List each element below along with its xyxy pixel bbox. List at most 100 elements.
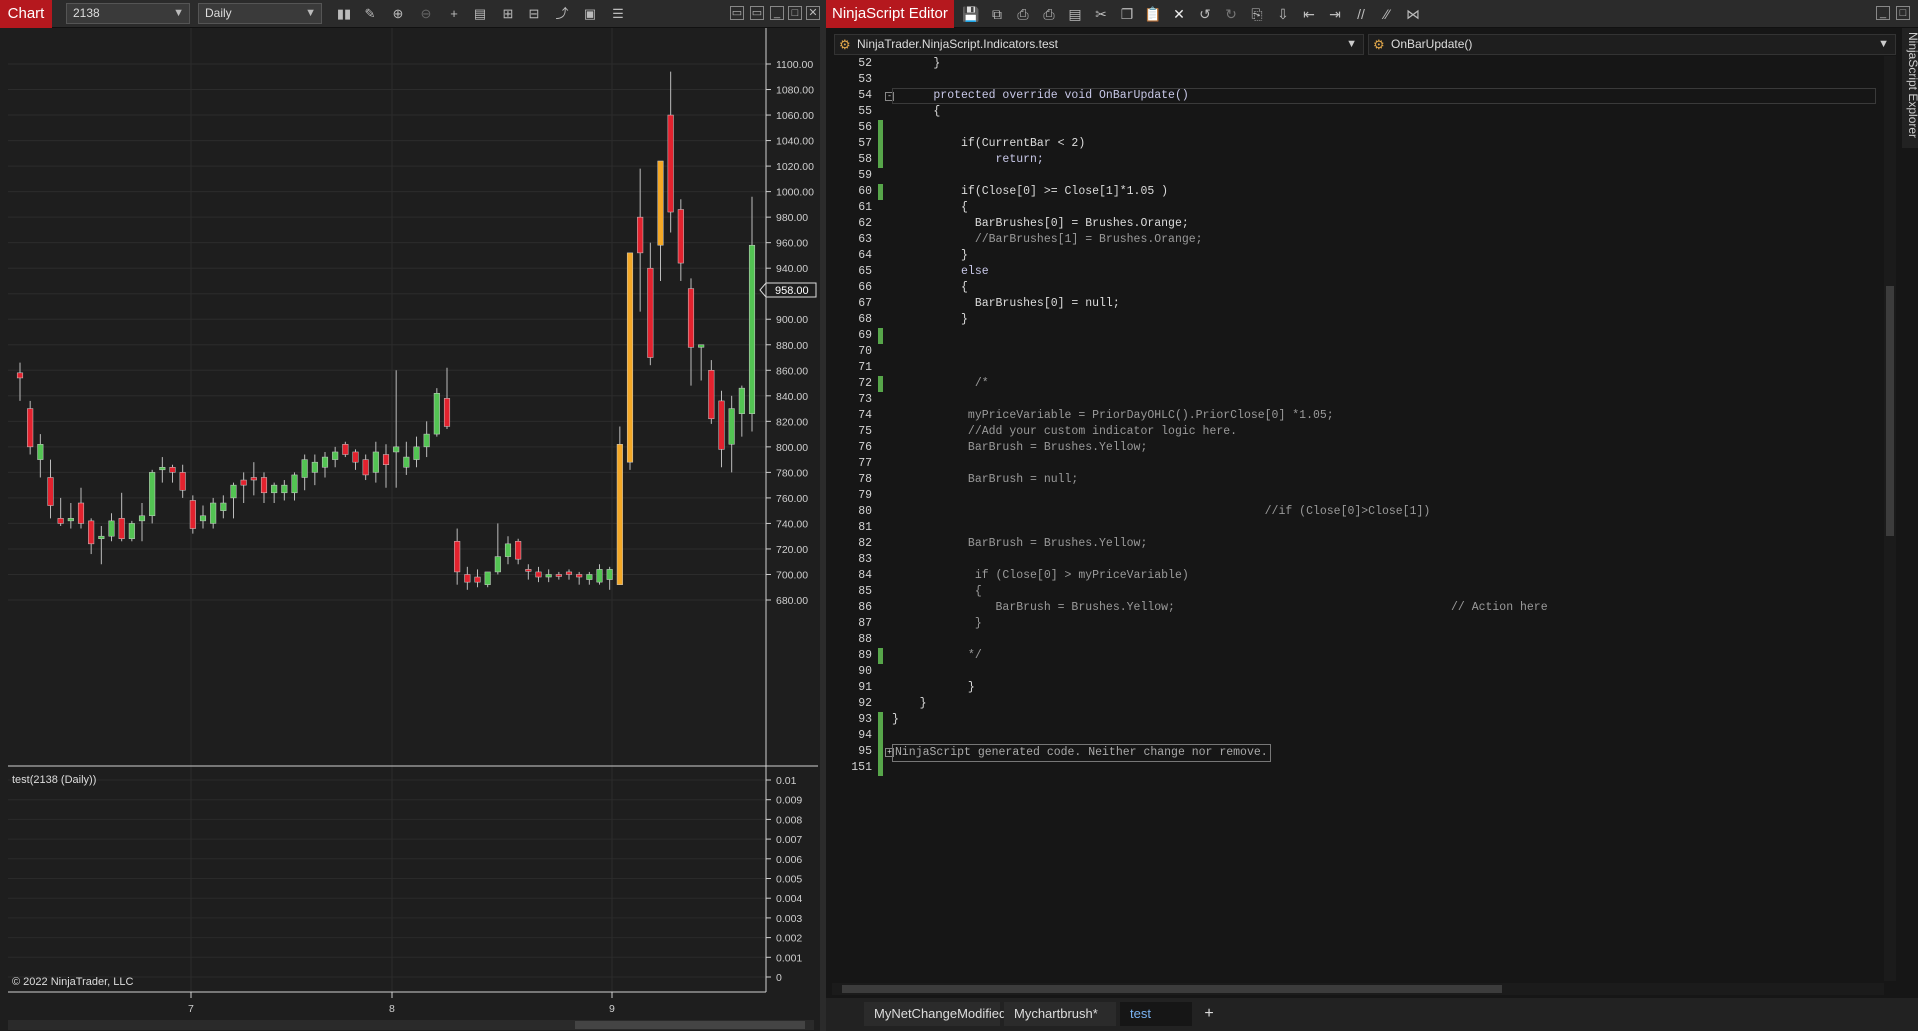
code-line[interactable]: 54- protected override void OnBarUpdate(… bbox=[826, 88, 1876, 104]
tab-mychartbrush[interactable]: Mychartbrush* bbox=[1004, 1002, 1116, 1026]
scroll-thumb[interactable] bbox=[842, 985, 1502, 993]
maximize-icon[interactable]: □ bbox=[1896, 6, 1910, 20]
code-line[interactable]: 93} bbox=[826, 712, 1876, 728]
code-line[interactable]: 53 bbox=[826, 72, 1876, 88]
code-line[interactable]: 77 bbox=[826, 456, 1876, 472]
code-line[interactable]: 76 BarBrush = Brushes.Yellow; bbox=[826, 440, 1876, 456]
chart-canvas[interactable]: 1100.00 1080.00 1060.00 1040.00 1020.00 1000.… bbox=[0, 28, 820, 1031]
draw-tool-icon[interactable]: ✎ bbox=[360, 4, 380, 24]
code-line[interactable]: 79 bbox=[826, 488, 1876, 504]
code-line[interactable]: 55 { bbox=[826, 104, 1876, 120]
code-line[interactable]: 84 if (Close[0] > myPriceVariable) bbox=[826, 568, 1876, 584]
minimize-icon[interactable]: _ bbox=[1876, 6, 1890, 20]
code-line[interactable]: 67 BarBrushes[0] = null; bbox=[826, 296, 1876, 312]
code-line[interactable]: 60 if(Close[0] >= Close[1]*1.05 ) bbox=[826, 184, 1876, 200]
copy-icon[interactable]: ❐ bbox=[1116, 4, 1138, 24]
member-selector[interactable]: ⚙ OnBarUpdate() ▼ bbox=[1368, 34, 1896, 55]
code-line[interactable]: 92 } bbox=[826, 696, 1876, 712]
ninjascript-explorer-tab[interactable]: NinjaScript Explorer bbox=[1902, 28, 1918, 148]
code-line[interactable]: 91 } bbox=[826, 680, 1876, 696]
indicators-icon[interactable]: ⊟ bbox=[524, 4, 544, 24]
editor-title[interactable]: NinjaScript Editor bbox=[826, 0, 954, 28]
uncomment-icon[interactable]: ⁄⁄ bbox=[1376, 4, 1398, 24]
crosshair-icon[interactable]: + bbox=[444, 4, 464, 24]
period-selector[interactable]: Daily ▼ bbox=[198, 3, 322, 24]
cut-icon[interactable]: ✂ bbox=[1090, 4, 1112, 24]
code-line[interactable]: 90 bbox=[826, 664, 1876, 680]
code-line[interactable]: 68 } bbox=[826, 312, 1876, 328]
code-line[interactable]: 151 bbox=[826, 760, 1876, 776]
code-line[interactable]: 70 bbox=[826, 344, 1876, 360]
outdent-icon[interactable]: ⇤ bbox=[1298, 4, 1320, 24]
code-line[interactable]: 52 } bbox=[826, 56, 1876, 72]
code-line[interactable]: 64 } bbox=[826, 248, 1876, 264]
code-line[interactable]: 81 bbox=[826, 520, 1876, 536]
code-line[interactable]: 74 myPriceVariable = PriorDayOHLC().Prio… bbox=[826, 408, 1876, 424]
paste-icon[interactable]: 📋 bbox=[1142, 4, 1164, 24]
code-line[interactable]: 94 bbox=[826, 728, 1876, 744]
minimize-icon[interactable]: _ bbox=[770, 6, 784, 20]
window-tile-icon[interactable]: ▭ bbox=[730, 6, 744, 20]
code-line[interactable]: 73 bbox=[826, 392, 1876, 408]
code-line[interactable]: 88 bbox=[826, 632, 1876, 648]
zoom-in-icon[interactable]: ⊕ bbox=[388, 4, 408, 24]
code-line[interactable]: 80 //if (Close[0]>Close[1]) bbox=[826, 504, 1876, 520]
data-box-icon[interactable]: ▤ bbox=[470, 4, 490, 24]
find-icon[interactable]: ⎘ bbox=[1246, 4, 1268, 24]
add-tab-button[interactable]: + bbox=[1198, 1002, 1220, 1026]
line-number: 90 bbox=[858, 665, 872, 678]
code-line[interactable]: 69 bbox=[826, 328, 1876, 344]
code-line[interactable]: 75 //Add your custom indicator logic her… bbox=[826, 424, 1876, 440]
code-line[interactable]: 61 { bbox=[826, 200, 1876, 216]
code-line[interactable]: 82 BarBrush = Brushes.Yellow; bbox=[826, 536, 1876, 552]
code-line[interactable]: 65 else bbox=[826, 264, 1876, 280]
candle-body bbox=[118, 518, 125, 539]
zoom-out-icon[interactable]: ⊖ bbox=[416, 4, 436, 24]
close-icon[interactable]: ✕ bbox=[806, 6, 820, 20]
horizontal-scrollbar[interactable] bbox=[832, 983, 1884, 995]
list-icon[interactable]: ☰ bbox=[608, 4, 628, 24]
chart-trader-icon[interactable]: ⊞ bbox=[498, 4, 518, 24]
code-line[interactable]: 71 bbox=[826, 360, 1876, 376]
code-line[interactable]: 78 BarBrush = null; bbox=[826, 472, 1876, 488]
code-line[interactable]: 95 + NinjaScript generated code. Neither c… bbox=[826, 744, 1876, 762]
code-line[interactable]: 63 //BarBrushes[1] = Brushes.Orange; bbox=[826, 232, 1876, 248]
code-line[interactable]: 57 if(CurrentBar < 2) bbox=[826, 136, 1876, 152]
bars-type-icon[interactable]: ▮▮ bbox=[334, 4, 354, 24]
visual-studio-icon[interactable]: ⋈ bbox=[1402, 4, 1424, 24]
code-line[interactable]: 86 BarBrush = Brushes.Yellow; // Action … bbox=[826, 600, 1876, 616]
maximize-icon[interactable]: □ bbox=[788, 6, 802, 20]
code-line[interactable]: 87 } bbox=[826, 616, 1876, 632]
print-preview-icon[interactable]: ⎙ bbox=[1038, 4, 1060, 24]
import-icon[interactable]: ⇩ bbox=[1272, 4, 1294, 24]
properties-icon[interactable]: ▤ bbox=[1064, 4, 1086, 24]
delete-icon[interactable]: ✕ bbox=[1168, 4, 1190, 24]
comment-icon[interactable]: // bbox=[1350, 4, 1372, 24]
instrument-selector[interactable]: 2138 ▼ bbox=[66, 3, 190, 24]
properties-icon[interactable]: ▣ bbox=[580, 4, 600, 24]
code-line[interactable]: 62 BarBrushes[0] = Brushes.Orange; bbox=[826, 216, 1876, 232]
code-line[interactable]: 58 return; bbox=[826, 152, 1876, 168]
indent-icon[interactable]: ⇥ bbox=[1324, 4, 1346, 24]
code-line[interactable]: 56 bbox=[826, 120, 1876, 136]
code-line[interactable]: 85 { bbox=[826, 584, 1876, 600]
strategies-icon[interactable]: ⤴ bbox=[552, 4, 572, 24]
vertical-scrollbar[interactable] bbox=[1884, 56, 1896, 981]
code-line[interactable]: 72 /* bbox=[826, 376, 1876, 392]
scroll-thumb[interactable] bbox=[1886, 286, 1894, 536]
redo-icon[interactable]: ↻ bbox=[1220, 4, 1242, 24]
save-all-icon[interactable]: ⧉ bbox=[986, 4, 1008, 24]
tab-test[interactable]: test bbox=[1120, 1002, 1192, 1026]
chart-title[interactable]: Chart bbox=[0, 0, 52, 28]
code-line[interactable]: 89 */ bbox=[826, 648, 1876, 664]
code-line[interactable]: 59 bbox=[826, 168, 1876, 184]
undo-icon[interactable]: ↺ bbox=[1194, 4, 1216, 24]
code-line[interactable]: 83 bbox=[826, 552, 1876, 568]
tab-mynetchangemodified[interactable]: MyNetChangeModified bbox=[864, 1002, 1006, 1026]
code-editor[interactable]: 52 } 53 54- protected override void OnBarU… bbox=[826, 56, 1876, 981]
code-line[interactable]: 66 { bbox=[826, 280, 1876, 296]
print-icon[interactable]: ⎙ bbox=[1012, 4, 1034, 24]
class-selector[interactable]: ⚙ NinjaTrader.NinjaScript.Indicators.tes… bbox=[834, 34, 1364, 55]
save-icon[interactable]: 💾 bbox=[960, 4, 982, 24]
window-tile2-icon[interactable]: ▭ bbox=[750, 6, 764, 20]
